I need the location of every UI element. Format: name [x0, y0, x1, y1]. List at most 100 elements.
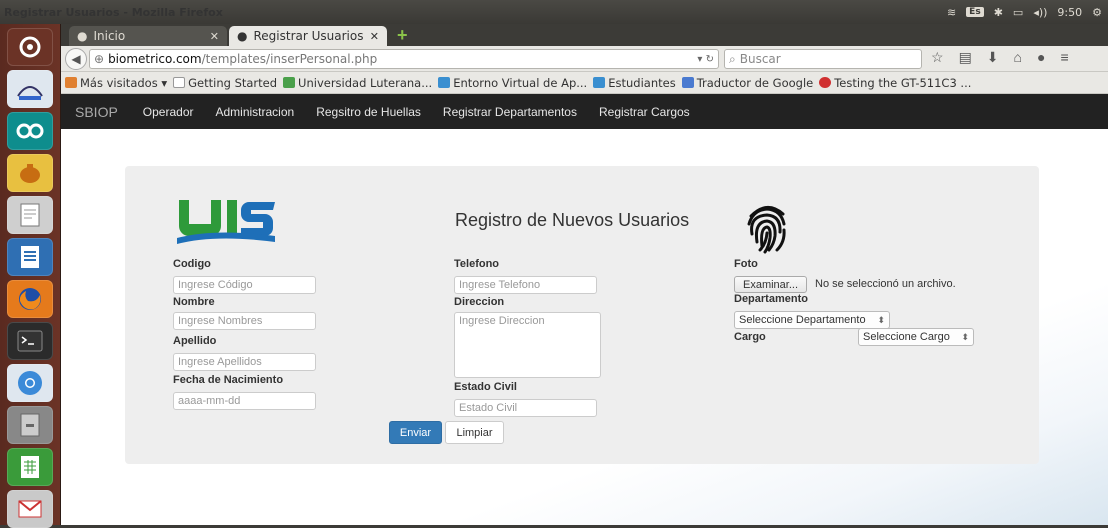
launcher	[0, 24, 61, 528]
bookmark-mas-visitados[interactable]: Más visitados ▾	[65, 76, 167, 90]
navigation-toolbar: ◀ ⊕ biometrico.com/templates/inserPerson…	[61, 46, 1108, 72]
direccion-textarea[interactable]: Ingrese Direccion	[454, 312, 601, 378]
document-app-icon[interactable]	[7, 238, 53, 276]
home-icon[interactable]: ⌂	[1014, 49, 1022, 66]
nav-link-registrar-departamentos[interactable]: Registrar Departamentos	[432, 105, 588, 119]
folder-icon	[65, 77, 77, 88]
select-caret-icon: ⬍	[961, 331, 969, 342]
nav-link-registro-huellas[interactable]: Regsitro de Huellas	[305, 105, 432, 119]
system-tray: ≋ Es ✱ ▭ ◂)) 9:50 ⚙	[947, 0, 1102, 24]
cargo-label: Cargo	[734, 331, 766, 343]
nav-link-registrar-cargos[interactable]: Registrar Cargos	[588, 105, 701, 119]
apellido-label: Apellido	[173, 335, 217, 347]
cargo-selected-value: Seleccione Cargo	[863, 331, 950, 343]
file-browse-button[interactable]: Examinar...	[734, 276, 808, 293]
new-tab-plus-icon[interactable]: +	[397, 26, 413, 44]
nombre-label: Nombre	[173, 296, 215, 308]
keyboard-layout-indicator[interactable]: Es	[966, 7, 984, 17]
enviar-button[interactable]: Enviar	[389, 421, 442, 444]
wifi-icon[interactable]: ≋	[947, 6, 956, 19]
back-arrow-icon[interactable]: ◀	[65, 47, 87, 70]
search-box[interactable]: ⌕ Buscar	[724, 49, 922, 69]
uls-logo	[175, 198, 279, 244]
tab-inicio[interactable]: ● Inicio ✕	[69, 26, 227, 46]
codigo-input[interactable]: Ingrese Código	[173, 276, 316, 294]
estado-civil-input[interactable]: Estado Civil	[454, 399, 597, 417]
registration-form: Registro de Nuevos Usuarios Codigo Ingre…	[125, 166, 1039, 464]
tab-favicon-icon: ●	[237, 29, 248, 43]
apellido-input[interactable]: Ingrese Apellidos	[173, 353, 316, 371]
tab-strip: ● Inicio ✕ ● Registrar Usuarios ✕ +	[61, 24, 1108, 46]
browser-window: ● Inicio ✕ ● Registrar Usuarios ✕ + ◀ ⊕ …	[61, 24, 1108, 525]
teapot-app-icon[interactable]	[7, 154, 53, 192]
testing-icon	[819, 77, 832, 88]
firefox-icon[interactable]	[7, 280, 53, 318]
fecha-nacimiento-input[interactable]: aaaa-mm-dd	[173, 392, 316, 410]
battery-icon[interactable]: ▭	[1013, 6, 1023, 19]
form-title: Registro de Nuevos Usuarios	[455, 210, 690, 230]
uls-icon	[593, 77, 606, 88]
terminal-icon[interactable]	[7, 322, 53, 360]
url-path: /templates/inserPersonal.php	[201, 52, 378, 66]
telefono-label: Telefono	[454, 258, 500, 270]
site-brand[interactable]: SBIOP	[61, 104, 132, 120]
site-info-globe-icon[interactable]: ⊕	[94, 52, 104, 66]
chat-bubble-icon[interactable]: ●	[1037, 49, 1045, 66]
menu-hamburger-icon[interactable]: ≡	[1060, 49, 1068, 66]
url-host: biometrico.com	[108, 52, 202, 66]
file-cabinet-icon[interactable]	[7, 406, 53, 444]
bookmark-entorno-virtual[interactable]: Entorno Virtual de Ap...	[438, 76, 587, 90]
tab-registrar-usuarios[interactable]: ● Registrar Usuarios ✕	[229, 26, 387, 46]
bookmark-testing[interactable]: Testing the GT-511C3 ...	[819, 76, 971, 90]
close-tab-icon[interactable]: ✕	[210, 30, 219, 43]
url-bar[interactable]: ⊕ biometrico.com/templates/inserPersonal…	[89, 49, 719, 69]
arduino-app-icon[interactable]	[7, 112, 53, 150]
chromium-icon[interactable]	[7, 364, 53, 402]
spreadsheet-icon[interactable]	[7, 448, 53, 486]
search-placeholder: Buscar	[739, 52, 781, 66]
workbench-app-icon[interactable]	[7, 70, 53, 108]
page-content: SBIOP Operador Administracion Regsitro d…	[61, 94, 1108, 525]
limpiar-button[interactable]: Limpiar	[445, 421, 504, 444]
cargo-select[interactable]: Seleccione Cargo ⬍	[858, 328, 974, 346]
bookmark-estudiantes[interactable]: Estudiantes	[593, 76, 676, 90]
telefono-input[interactable]: Ingrese Telefono	[454, 276, 597, 294]
bookmark-traductor[interactable]: Traductor de Google	[681, 76, 813, 90]
fingerprint-icon	[743, 200, 791, 254]
clock[interactable]: 9:50	[1057, 6, 1082, 19]
window-title: Registrar Usuarios - Mozilla Firefox	[4, 5, 223, 19]
text-editor-icon[interactable]	[7, 196, 53, 234]
nombre-input[interactable]: Ingrese Nombres	[173, 312, 316, 330]
settings-gear-icon[interactable]: ⚙	[1092, 6, 1102, 19]
select-caret-icon: ⬍	[877, 314, 885, 325]
page-icon	[173, 77, 186, 88]
nav-link-administracion[interactable]: Administracion	[205, 105, 306, 119]
estado-civil-label: Estado Civil	[454, 381, 517, 393]
file-status-text: No se seleccionó un archivo.	[815, 278, 956, 290]
bookmarks-toolbar: Más visitados ▾ Getting Started Universi…	[61, 72, 1108, 94]
volume-icon[interactable]: ◂))	[1033, 6, 1047, 19]
fecha-nacimiento-label: Fecha de Nacimiento	[173, 374, 284, 386]
nav-link-operador[interactable]: Operador	[132, 105, 205, 119]
bluetooth-icon[interactable]: ✱	[994, 6, 1003, 19]
direccion-label: Direccion	[454, 296, 505, 308]
system-top-bar: Registrar Usuarios - Mozilla Firefox ≋ E…	[0, 0, 1108, 24]
translate-icon	[681, 77, 694, 88]
bookmark-star-icon[interactable]: ☆	[931, 49, 944, 66]
bookmark-universidad-luterana[interactable]: Universidad Luterana...	[283, 76, 432, 90]
mail-icon[interactable]	[7, 490, 53, 528]
tab-favicon-icon: ●	[77, 29, 88, 43]
departamento-select[interactable]: Seleccione Departamento ⬍	[734, 311, 890, 329]
reading-list-icon[interactable]: ▤	[959, 49, 972, 66]
uls-icon	[283, 77, 296, 88]
search-icon: ⌕	[729, 51, 736, 66]
foto-label: Foto	[734, 258, 758, 270]
codigo-label: Codigo	[173, 258, 211, 270]
downloads-arrow-icon[interactable]: ⬇	[987, 49, 999, 66]
tab-label: Registrar Usuarios	[253, 29, 364, 43]
close-tab-icon[interactable]: ✕	[370, 30, 379, 43]
departamento-selected-value: Seleccione Departamento	[739, 314, 866, 326]
reload-icon[interactable]: ▾ ↻	[697, 54, 714, 65]
dash-home-icon[interactable]	[7, 28, 53, 66]
bookmark-getting-started[interactable]: Getting Started	[173, 76, 277, 90]
